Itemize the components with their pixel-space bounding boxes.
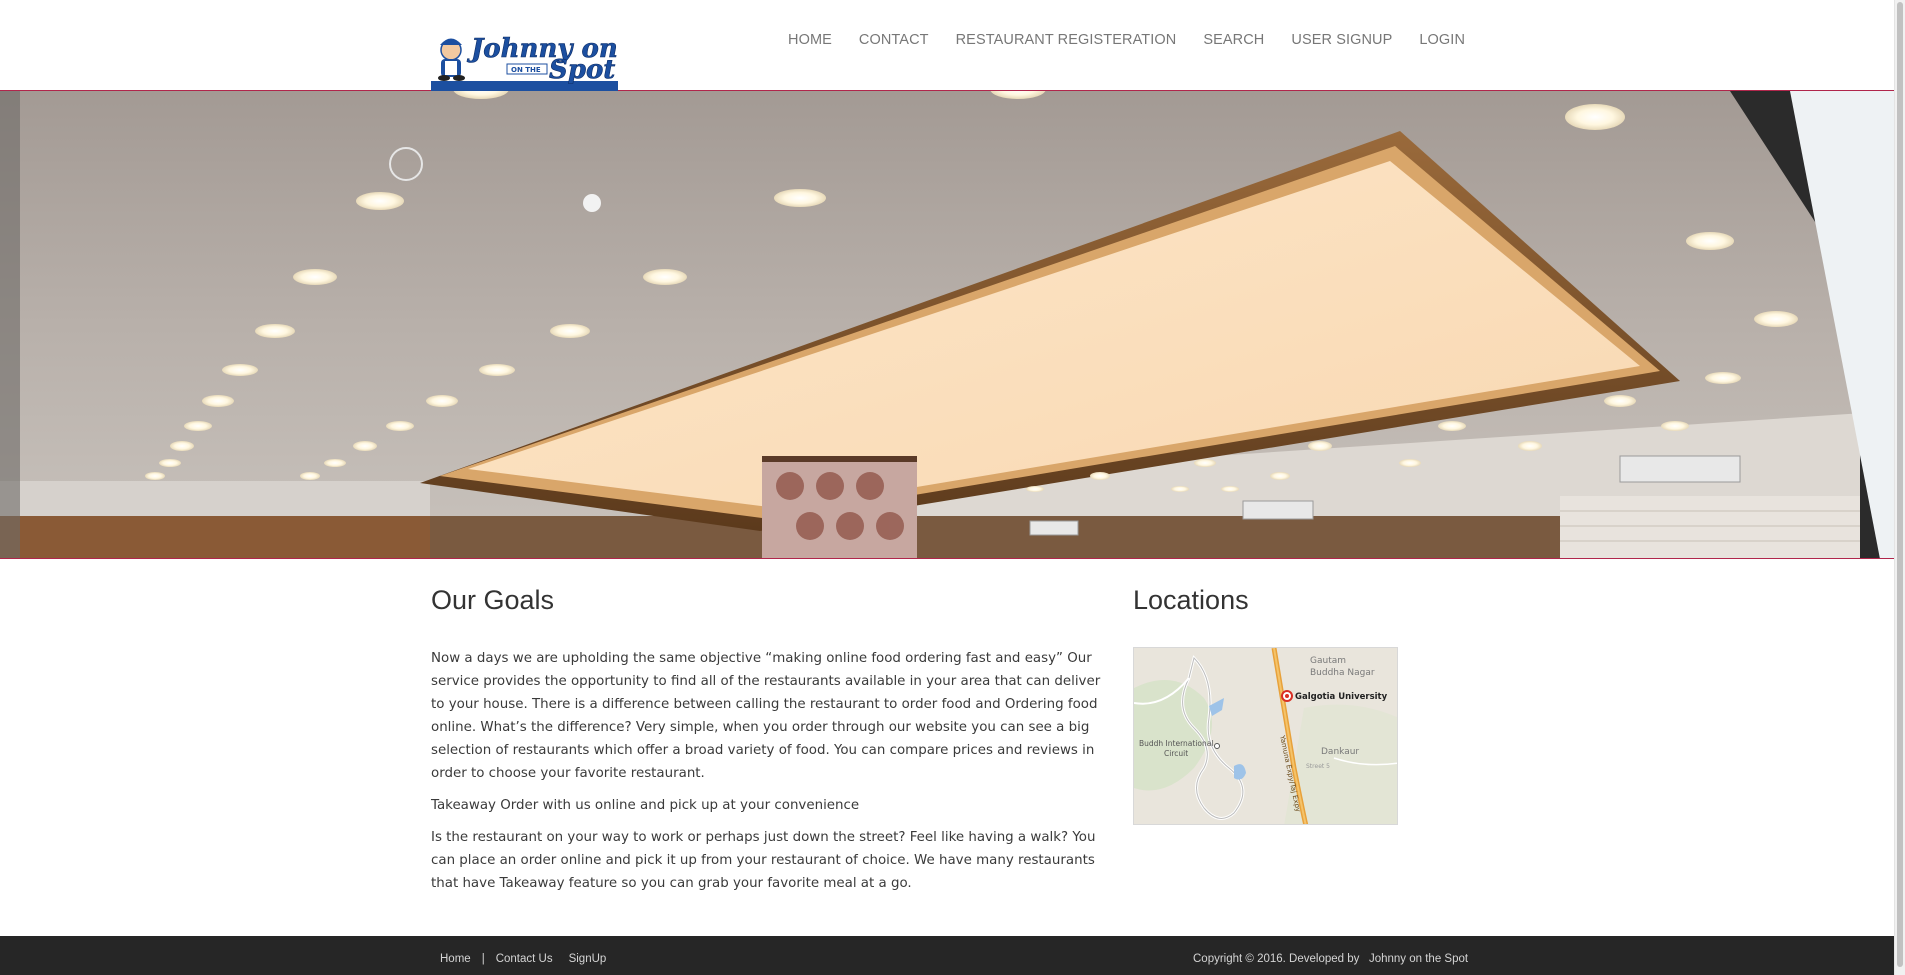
hero-banner-image bbox=[0, 91, 1894, 559]
nav-search[interactable]: SEARCH bbox=[1203, 32, 1264, 48]
map-label-gautam: Gautam bbox=[1310, 656, 1346, 666]
map-label-street: Street 5 bbox=[1306, 763, 1330, 770]
goals-paragraph-3: Is the restaurant on your way to work or… bbox=[431, 830, 1096, 891]
page: Johnny on the Spot ON THE Spot HOME CONT… bbox=[0, 0, 1905, 975]
map-label-circuit-1: Buddh International bbox=[1139, 739, 1213, 748]
footer-separator: | bbox=[481, 953, 485, 965]
page-scrollbar[interactable] bbox=[1894, 0, 1905, 975]
mascot-icon bbox=[438, 38, 465, 81]
nav-user-signup[interactable]: USER SIGNUP bbox=[1291, 32, 1392, 48]
footer-link-signup[interactable]: SignUp bbox=[569, 953, 607, 965]
map-label-circuit-2: Circuit bbox=[1164, 749, 1188, 758]
nav-restaurant-registration[interactable]: RESTAURANT REGISTERATION bbox=[956, 32, 1177, 48]
map-label-buddha-nagar: Buddha Nagar bbox=[1310, 668, 1375, 678]
footer-nav: Home | Contact Us SignUp bbox=[440, 953, 606, 965]
site-footer: Home | Contact Us SignUp Copyright © 201… bbox=[0, 936, 1894, 975]
location-map[interactable]: Gautam Buddha Nagar Galgotia University … bbox=[1133, 647, 1398, 825]
footer-copyright: Copyright © 2016. Developed by Johnny on… bbox=[1193, 953, 1469, 965]
goals-section: Our Goals Now a days we are upholding th… bbox=[431, 583, 1109, 904]
goals-paragraph-1: Now a days we are upholding the same obj… bbox=[431, 651, 1101, 781]
nav-home[interactable]: HOME bbox=[788, 32, 832, 48]
footer-link-contact[interactable]: Contact Us bbox=[496, 953, 553, 965]
nav-contact[interactable]: CONTACT bbox=[859, 32, 929, 48]
scrollbar-thumb[interactable] bbox=[1897, 2, 1903, 967]
goals-heading: Our Goals bbox=[431, 585, 555, 615]
main-nav: HOME CONTACT RESTAURANT REGISTERATION SE… bbox=[788, 32, 1465, 48]
nav-login[interactable]: LOGIN bbox=[1419, 32, 1465, 48]
svg-text:ON THE: ON THE bbox=[511, 66, 541, 74]
site-logo[interactable]: Johnny on the Spot ON THE Spot bbox=[431, 28, 750, 91]
map-label-dankaur: Dankaur bbox=[1321, 747, 1359, 757]
site-header: Johnny on the Spot ON THE Spot HOME CONT… bbox=[0, 0, 1894, 91]
locations-section: Locations Gautam Buddha Nagar Galgotia U… bbox=[1133, 583, 1433, 825]
goals-paragraph-2: Takeaway Order with us online and pick u… bbox=[431, 798, 860, 813]
map-label-galgotia: Galgotia University bbox=[1295, 692, 1388, 702]
svg-text:Spot: Spot bbox=[549, 55, 615, 85]
locations-heading: Locations bbox=[1133, 585, 1249, 615]
map-marker-icon[interactable] bbox=[1281, 690, 1293, 702]
footer-link-home[interactable]: Home bbox=[440, 953, 471, 965]
